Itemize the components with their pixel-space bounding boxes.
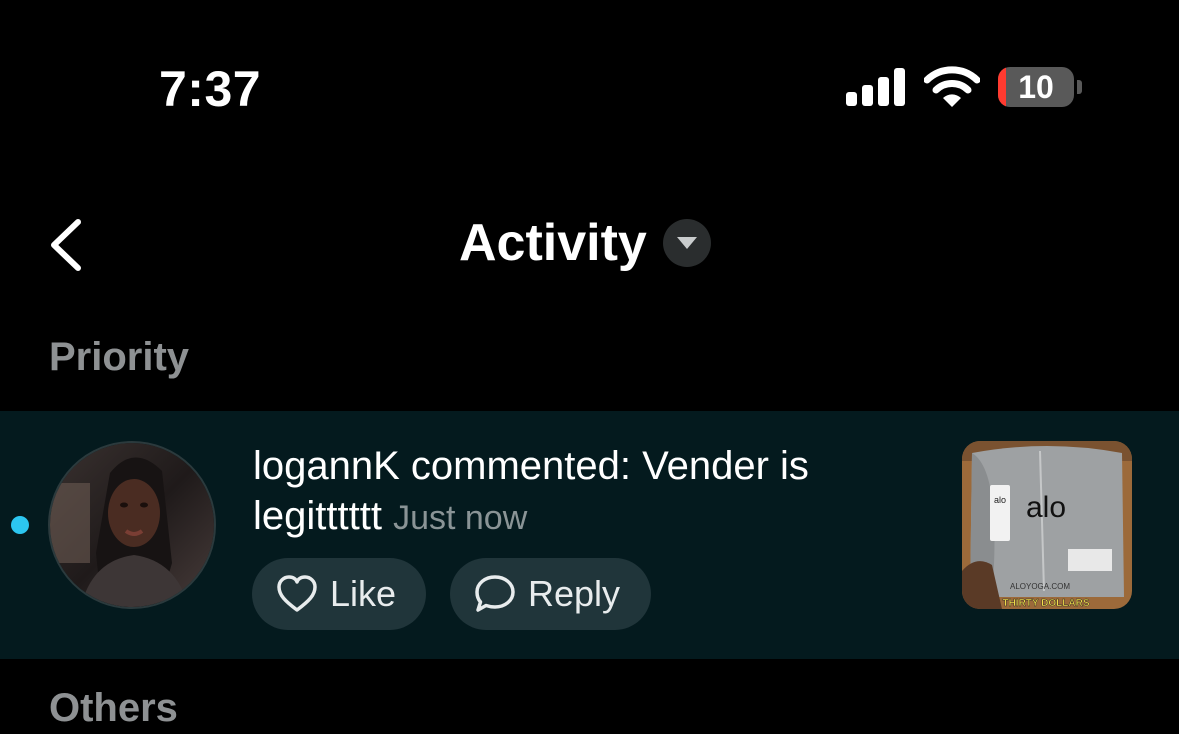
chevron-left-icon (51, 219, 81, 271)
reply-button-label: Reply (528, 573, 621, 614)
speech-bubble-icon (475, 575, 515, 612)
avatar[interactable] (48, 441, 216, 609)
status-time: 7:37 (159, 61, 262, 117)
svg-text:alo: alo (994, 495, 1006, 505)
battery-level-text: 10 (1018, 69, 1054, 105)
like-button-label: Like (330, 573, 397, 614)
battery-icon: 10 (998, 67, 1074, 107)
svg-text:THIRTY DOLLARS: THIRTY DOLLARS (1002, 598, 1089, 609)
svg-text:alo: alo (1026, 491, 1066, 524)
section-header-others: Others (49, 686, 178, 730)
battery-cap (1077, 80, 1082, 94)
svg-text:ALOYOGA.COM: ALOYOGA.COM (1010, 582, 1070, 591)
notification-timestamp: Just now (393, 499, 528, 537)
thumbnail-image: alo alo ALOYOGA.COM THIRTY DOLLARS (962, 441, 1132, 609)
heart-icon (277, 575, 317, 612)
activity-filter-toggle[interactable]: Activity (459, 210, 711, 276)
cellular-signal-icon (846, 68, 905, 106)
wifi-icon (924, 66, 980, 107)
unread-indicator-dot (11, 516, 29, 534)
page-title: Activity (459, 214, 647, 272)
section-header-priority: Priority (49, 335, 190, 379)
caret-down-icon (662, 219, 711, 267)
avatar-image (50, 443, 214, 607)
back-button[interactable] (40, 210, 96, 280)
activity-screen: 7:37 10 Activity Priority logannK commen… (0, 0, 1179, 734)
reply-button[interactable]: Reply (450, 558, 651, 630)
notification-text: logannK commented: Vender is legitttttt … (253, 441, 913, 543)
post-thumbnail[interactable]: alo alo ALOYOGA.COM THIRTY DOLLARS (962, 441, 1132, 609)
like-button[interactable]: Like (252, 558, 426, 630)
notification-message: logannK commented: Vender is legitttttt (253, 444, 809, 538)
